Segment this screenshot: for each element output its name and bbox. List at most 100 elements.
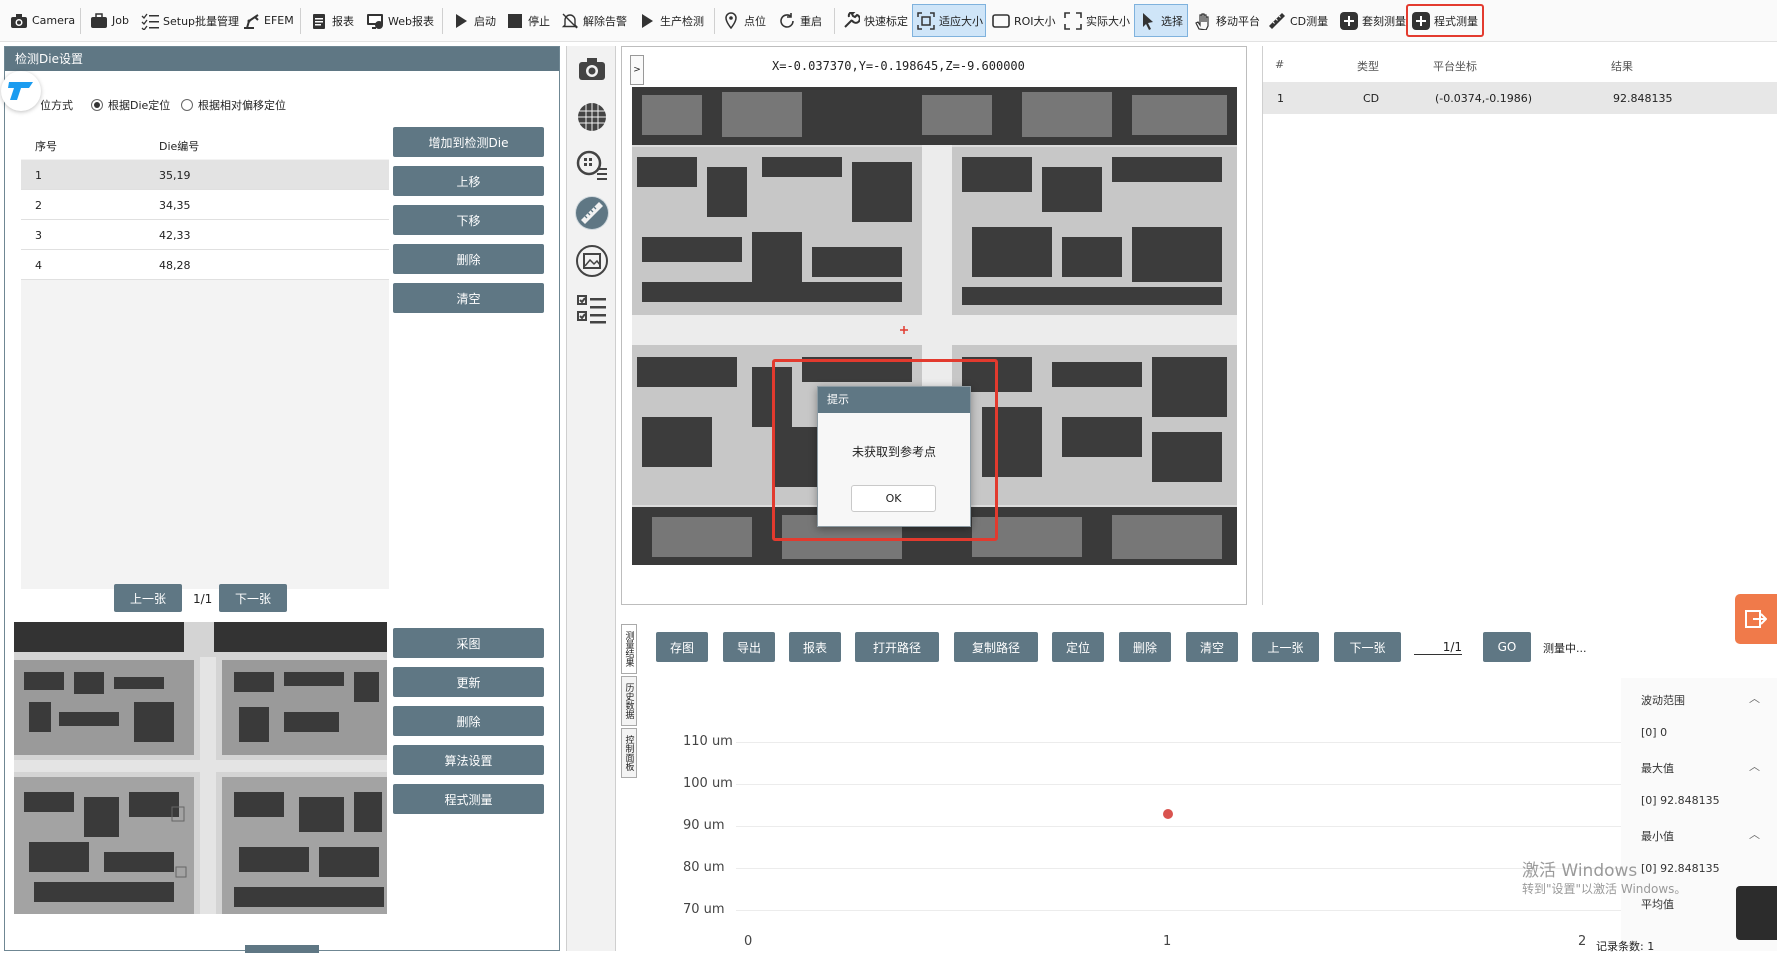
toolbar-fit-size-button[interactable]: 适应大小: [912, 4, 986, 37]
toolbar-overlay-measure-button[interactable]: 套刻测量: [1336, 4, 1406, 37]
clear-dies-button[interactable]: 清空: [393, 283, 544, 313]
toolbar-setup-button[interactable]: Setup批量管理: [137, 4, 239, 37]
dialog-ok-button[interactable]: OK: [851, 485, 936, 512]
update-button[interactable]: 更新: [393, 667, 544, 697]
header-type: 类型: [1357, 60, 1379, 73]
toolbar-clear-alarm-button[interactable]: 解除告警: [557, 4, 635, 37]
toolbar-stop-label: 停止: [528, 14, 550, 28]
toolbar-select-label: 选择: [1161, 14, 1183, 28]
positioning-mode-label-row: 定位方式: [41, 97, 73, 113]
prev-result-button[interactable]: 上一张: [1252, 632, 1319, 662]
expand-button[interactable]: >: [630, 55, 644, 85]
tab-history[interactable]: 历史数据: [621, 676, 637, 726]
stage-coordinates: X=-0.037370,Y=-0.198645,Z=-9.600000: [772, 59, 1025, 73]
toolbar-cd-measure-button[interactable]: CD测量: [1264, 4, 1332, 37]
toolbar-actual-size-label: 实际大小: [1086, 14, 1130, 28]
toolbar-report-button[interactable]: 报表: [306, 4, 358, 37]
table-row[interactable]: 4 48,28: [21, 250, 389, 280]
delete-image-button[interactable]: 删除: [393, 706, 544, 736]
camera-view-icon[interactable]: [575, 52, 609, 86]
report-button[interactable]: 报表: [789, 632, 841, 662]
side-arrow-button[interactable]: [1735, 594, 1777, 644]
measure-tool-icon[interactable]: [575, 196, 609, 230]
capture-button[interactable]: 采图: [393, 628, 544, 658]
table-row[interactable]: 3 42,33: [21, 220, 389, 250]
row-index: 3: [35, 229, 42, 242]
toolbar-separator: [300, 8, 301, 34]
radio-die-label: 根据Die定位: [108, 99, 171, 112]
radio-offset-position[interactable]: 根据相对偏移定位: [181, 97, 286, 113]
locate-button[interactable]: 定位: [1052, 632, 1104, 662]
toolbar-camera-button[interactable]: Camera: [6, 4, 75, 37]
prev-page-button[interactable]: 上一张: [114, 584, 182, 612]
bottom-button-stub[interactable]: [245, 945, 319, 953]
toolbar-roi-size-button[interactable]: ROI大小: [988, 4, 1056, 37]
table-row[interactable]: 2 34,35: [21, 190, 389, 220]
move-down-button[interactable]: 下移: [393, 205, 544, 235]
measurement-results-table: # 类型 平台坐标 结果 1 CD (-0.0374,-0.1986) 92.8…: [1262, 46, 1777, 605]
chevron-up-icon[interactable]: ︿: [1749, 690, 1760, 706]
toolbar-actual-size-button[interactable]: 实际大小: [1060, 4, 1130, 37]
chevron-up-icon[interactable]: ︿: [1749, 758, 1760, 774]
clear-results-button[interactable]: 清空: [1186, 632, 1238, 662]
delete-result-button[interactable]: 删除: [1119, 632, 1171, 662]
tab-control-panel[interactable]: 控制面板: [621, 728, 637, 778]
open-path-button[interactable]: 打开路径: [855, 632, 939, 662]
toolbar-job-label: Job: [112, 14, 129, 27]
x-tick-label: 2: [1578, 934, 1587, 949]
export-button[interactable]: 导出: [723, 632, 775, 662]
bottom-panel: 测量结果 历史数据 控制面板 存图 导出 报表 打开路径 复制路径 定位 删除 …: [621, 618, 1777, 951]
toolbar-points-button[interactable]: 点位: [718, 4, 770, 37]
toolbar-stop-button[interactable]: 停止: [502, 4, 554, 37]
result-page-indicator: 1/1: [1414, 640, 1462, 655]
table-row[interactable]: 1 35,19: [21, 160, 389, 190]
copy-path-button[interactable]: 复制路径: [954, 632, 1038, 662]
x-tick-label: 1: [1163, 934, 1172, 949]
radio-die-position[interactable]: 根据Die定位: [91, 97, 170, 113]
header-die-id: Die编号: [159, 140, 200, 153]
image-gallery-icon[interactable]: [575, 244, 609, 278]
toolbar-web-report-button[interactable]: Web报表: [362, 4, 438, 37]
radio-unchecked-icon: [181, 99, 193, 111]
task-list-icon[interactable]: [575, 292, 609, 326]
header-result: 结果: [1611, 60, 1633, 73]
toolbar-overlay-measure-label: 套刻测量: [1362, 14, 1406, 28]
toolbar-job-button[interactable]: Job: [86, 4, 136, 37]
radio-offset-label: 根据相对偏移定位: [198, 99, 286, 112]
toolbar-recipe-measure-button[interactable]: 程式测量: [1406, 4, 1484, 37]
toolbar-calibrate-button[interactable]: 快速标定: [838, 4, 908, 37]
add-to-die-button[interactable]: 增加到检测Die: [393, 127, 544, 157]
go-button[interactable]: GO: [1483, 632, 1531, 662]
windows-activation-watermark: 激活 Windows: [1522, 861, 1638, 881]
y-tick-label: 110 um: [683, 734, 733, 749]
toolbar-efem-button[interactable]: EFEM: [238, 4, 296, 37]
next-page-button[interactable]: 下一张: [219, 584, 287, 612]
toolbar-move-stage-button[interactable]: 移动平台: [1190, 4, 1260, 37]
algorithm-settings-button[interactable]: 算法设置: [393, 745, 544, 775]
row-index: 4: [35, 259, 42, 272]
delete-die-button[interactable]: 删除: [393, 244, 544, 274]
fit-screen-icon: [917, 11, 935, 30]
move-up-button[interactable]: 上移: [393, 166, 544, 196]
save-image-button[interactable]: 存图: [656, 632, 708, 662]
wafer-list-icon[interactable]: [575, 148, 609, 182]
rectangle-icon: [992, 12, 1010, 30]
data-point[interactable]: [1163, 809, 1173, 820]
side-tool-button[interactable]: [1736, 886, 1777, 940]
wafer-map-icon[interactable]: [575, 100, 609, 134]
toolbar-restart-button[interactable]: 重启: [774, 4, 830, 37]
table-row[interactable]: 1 CD (-0.0374,-0.1986) 92.848135: [1263, 82, 1777, 114]
toolbar-select-button[interactable]: 选择: [1134, 4, 1188, 37]
min-value: [0] 92.848135: [1641, 862, 1720, 875]
results-header: # 类型 平台坐标 结果: [1263, 46, 1777, 82]
chevron-up-icon[interactable]: ︿: [1749, 826, 1760, 842]
recipe-measure-button[interactable]: 程式测量: [393, 784, 544, 814]
radio-checked-icon: [91, 99, 103, 111]
prompt-dialog: 提示 未获取到参考点 OK: [817, 386, 971, 527]
toolbar-production-button[interactable]: 生产检测: [634, 4, 712, 37]
next-result-button[interactable]: 下一张: [1334, 632, 1401, 662]
dialog-message: 未获取到参考点: [851, 445, 936, 459]
briefcase-icon: [90, 12, 108, 30]
tab-results[interactable]: 测量结果: [621, 624, 637, 674]
toolbar-start-button[interactable]: 启动: [448, 4, 500, 37]
